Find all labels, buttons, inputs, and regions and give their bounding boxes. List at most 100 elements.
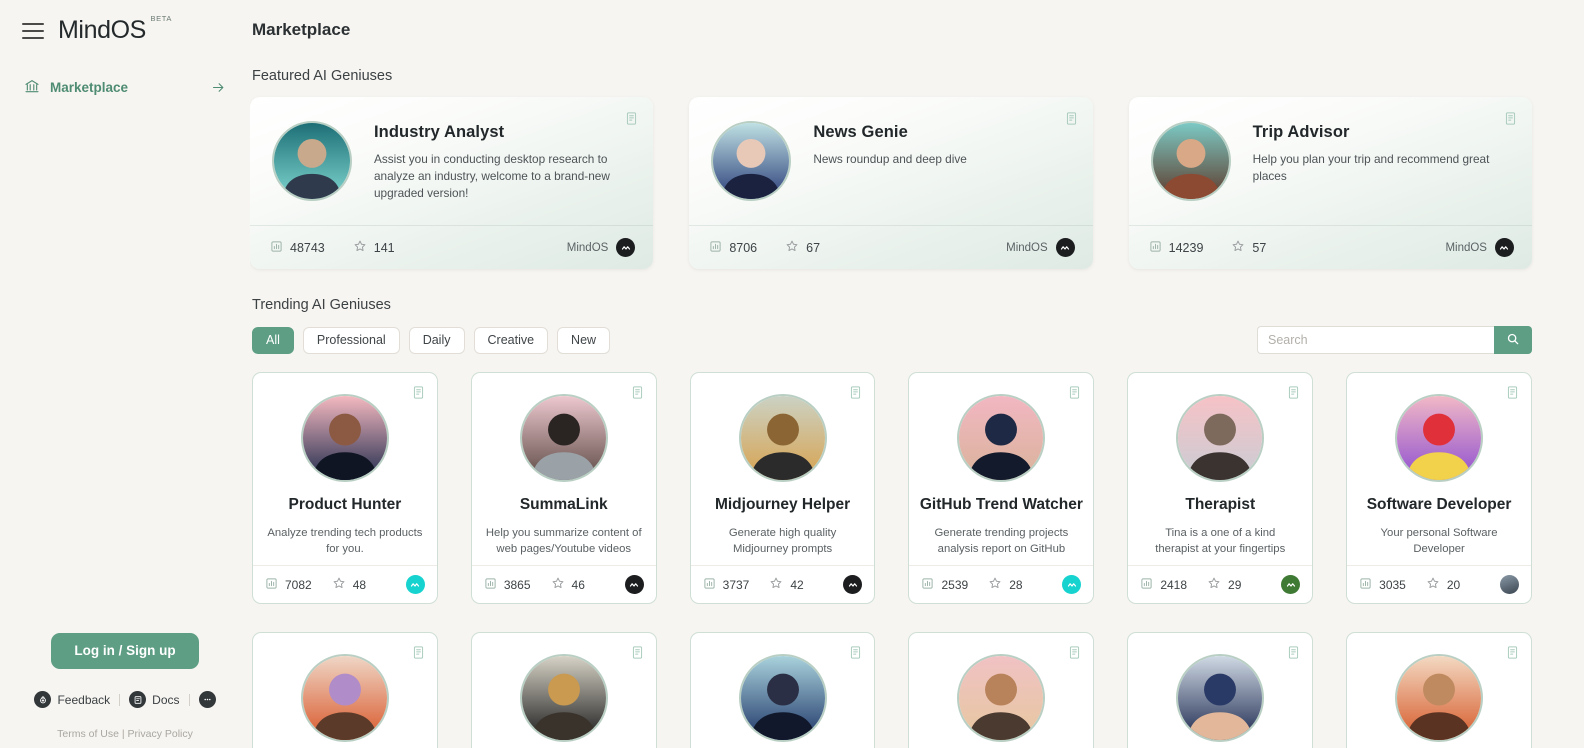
trending-card-desc: Help you summarize content of web pages/… bbox=[485, 527, 642, 555]
trending-card-partial[interactable] bbox=[1127, 632, 1314, 748]
stars-count: 28 bbox=[1009, 577, 1023, 592]
arrow-right-icon[interactable] bbox=[211, 80, 226, 95]
views-count: 8706 bbox=[729, 240, 758, 255]
main-content: Marketplace Featured AI Geniuses Industr… bbox=[250, 0, 1584, 748]
featured-card[interactable]: Industry Analyst Assist you in conductin… bbox=[250, 97, 654, 269]
avatar-image bbox=[1152, 123, 1229, 199]
stars-stat: 28 bbox=[988, 576, 1023, 593]
sidebar-links: Feedback Docs bbox=[0, 691, 250, 708]
avatar bbox=[1176, 394, 1265, 482]
feedback-link[interactable]: Feedback bbox=[34, 691, 110, 708]
filter-bar: All Professional Daily Creative New bbox=[252, 326, 1532, 354]
document-icon[interactable] bbox=[630, 385, 645, 405]
featured-card[interactable]: Trip Advisor Help you plan your trip and… bbox=[1128, 97, 1532, 269]
stars-count: 141 bbox=[373, 240, 395, 255]
trending-card[interactable]: Therapist Tina is a one of a kind therap… bbox=[1127, 372, 1314, 604]
trending-card-partial[interactable] bbox=[689, 632, 876, 748]
avatar bbox=[738, 654, 827, 742]
trending-card[interactable]: Product Hunter Analyze trending tech pro… bbox=[252, 372, 438, 604]
views-stat: 2418 bbox=[1140, 577, 1187, 593]
docs-link[interactable]: Docs bbox=[129, 691, 180, 708]
views-stat: 3737 bbox=[703, 577, 750, 593]
trending-card-partial[interactable] bbox=[1346, 632, 1532, 748]
trending-card-partial[interactable] bbox=[470, 632, 657, 748]
document-icon[interactable] bbox=[1286, 385, 1301, 405]
sidebar-header: MindOS BETA bbox=[0, 0, 250, 45]
filter-chip-new[interactable]: New bbox=[557, 326, 611, 354]
brand: MindOS bbox=[1445, 238, 1514, 257]
document-icon[interactable] bbox=[630, 645, 645, 665]
trending-card-desc: Generate trending projects analysis repo… bbox=[934, 527, 1069, 555]
avatar-image bbox=[1178, 396, 1263, 480]
stars-stat: 42 bbox=[769, 576, 804, 593]
trending-card-desc: Analyze trending tech products for you. bbox=[267, 527, 423, 555]
brand bbox=[405, 575, 425, 594]
filter-chip-creative[interactable]: Creative bbox=[473, 326, 549, 354]
featured-card[interactable]: News Genie News roundup and deep dive 87… bbox=[689, 97, 1093, 269]
chart-icon bbox=[270, 240, 283, 256]
filter-chip-daily[interactable]: Daily bbox=[408, 326, 465, 354]
login-signup-button[interactable]: Log in / Sign up bbox=[51, 633, 199, 669]
more-link[interactable] bbox=[198, 691, 216, 708]
trending-card[interactable]: Software Developer Your personal Softwar… bbox=[1346, 372, 1532, 604]
trending-card-partial[interactable] bbox=[908, 632, 1095, 748]
search-button[interactable] bbox=[1494, 326, 1532, 354]
views-count: 3737 bbox=[722, 577, 750, 592]
document-icon[interactable] bbox=[1067, 385, 1082, 405]
trending-card[interactable]: GitHub Trend Watcher Generate trending p… bbox=[908, 372, 1095, 604]
document-icon[interactable] bbox=[411, 385, 426, 405]
document-icon[interactable] bbox=[1067, 645, 1082, 665]
avatar-image bbox=[302, 396, 387, 480]
avatar bbox=[300, 654, 389, 742]
avatar bbox=[957, 394, 1046, 482]
trending-grid-next-row bbox=[252, 632, 1532, 748]
filter-chip-all[interactable]: All bbox=[252, 326, 294, 354]
views-count: 14239 bbox=[1168, 240, 1204, 255]
views-count: 7082 bbox=[285, 577, 312, 592]
legal-links[interactable]: Terms of Use | Privacy Policy bbox=[0, 728, 250, 740]
document-icon[interactable] bbox=[848, 385, 863, 405]
avatar bbox=[300, 394, 389, 482]
brand-badge bbox=[1055, 238, 1075, 257]
app-logo[interactable]: MindOS BETA bbox=[58, 14, 171, 45]
hamburger-menu-icon[interactable] bbox=[22, 22, 44, 39]
stars-count: 48 bbox=[352, 577, 367, 592]
bank-icon bbox=[24, 78, 40, 97]
document-icon[interactable] bbox=[1505, 385, 1520, 405]
trending-card-footer: 2418 29 bbox=[1128, 565, 1313, 603]
star-icon bbox=[769, 576, 783, 593]
stars-count: 42 bbox=[790, 577, 804, 592]
sidebar-item-marketplace[interactable]: Marketplace bbox=[16, 71, 234, 104]
document-icon[interactable] bbox=[411, 645, 426, 665]
trending-card[interactable]: SummaLink Help you summarize content of … bbox=[470, 372, 657, 604]
stars-count: 67 bbox=[806, 240, 821, 255]
avatar bbox=[1395, 394, 1484, 482]
brand-badge bbox=[843, 575, 863, 594]
docs-icon bbox=[129, 691, 147, 708]
views-stat: 48743 bbox=[270, 240, 325, 256]
trending-card-desc: Your personal Software Developer bbox=[1380, 527, 1498, 555]
document-icon[interactable] bbox=[848, 645, 863, 665]
search-input[interactable] bbox=[1257, 326, 1494, 354]
document-icon[interactable] bbox=[1503, 111, 1518, 131]
document-icon[interactable] bbox=[1064, 111, 1079, 131]
filter-chip-professional[interactable]: Professional bbox=[302, 326, 400, 354]
brand-badge bbox=[1499, 575, 1519, 594]
avatar bbox=[519, 654, 608, 742]
featured-card-footer: 48743 141 MindOS bbox=[250, 225, 654, 269]
document-icon[interactable] bbox=[1286, 645, 1301, 665]
chart-icon bbox=[709, 240, 722, 256]
brand-name: MindOS bbox=[1445, 241, 1487, 254]
views-count: 3035 bbox=[1379, 577, 1406, 592]
document-icon[interactable] bbox=[1505, 645, 1520, 665]
featured-card-desc: Assist you in conducting desktop researc… bbox=[374, 152, 610, 200]
app-root: MindOS BETA Marketplace Log in / Sign up… bbox=[0, 0, 1584, 748]
chart-icon bbox=[1149, 240, 1162, 256]
trending-card-partial[interactable] bbox=[252, 632, 438, 748]
trending-card[interactable]: Midjourney Helper Generate high quality … bbox=[689, 372, 876, 604]
views-stat: 3865 bbox=[484, 577, 531, 593]
stars-stat: 29 bbox=[1207, 576, 1241, 593]
views-count: 2418 bbox=[1160, 577, 1188, 592]
document-icon[interactable] bbox=[624, 111, 639, 131]
logo-text: MindOS bbox=[58, 16, 146, 44]
